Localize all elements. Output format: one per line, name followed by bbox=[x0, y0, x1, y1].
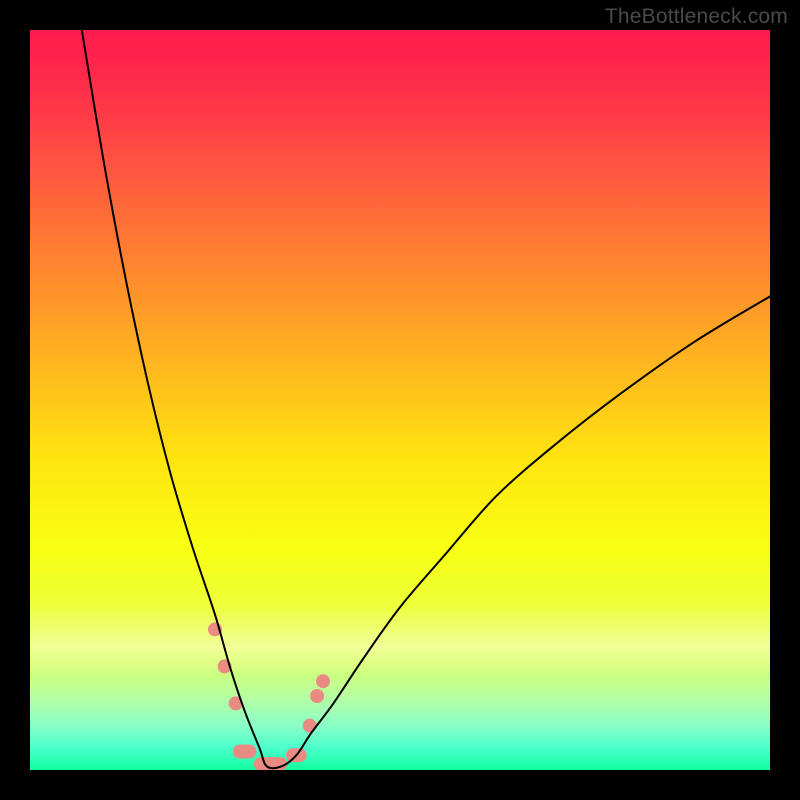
balance-marker bbox=[233, 745, 257, 759]
balance-marker bbox=[316, 674, 330, 688]
balance-markers bbox=[208, 622, 330, 770]
balance-marker bbox=[310, 689, 324, 703]
balance-marker bbox=[303, 719, 317, 733]
plot-area bbox=[30, 30, 770, 770]
chart-frame: TheBottleneck.com bbox=[0, 0, 800, 800]
bottleneck-curve bbox=[82, 30, 770, 768]
watermark-text: TheBottleneck.com bbox=[605, 5, 788, 29]
chart-svg bbox=[30, 30, 770, 770]
